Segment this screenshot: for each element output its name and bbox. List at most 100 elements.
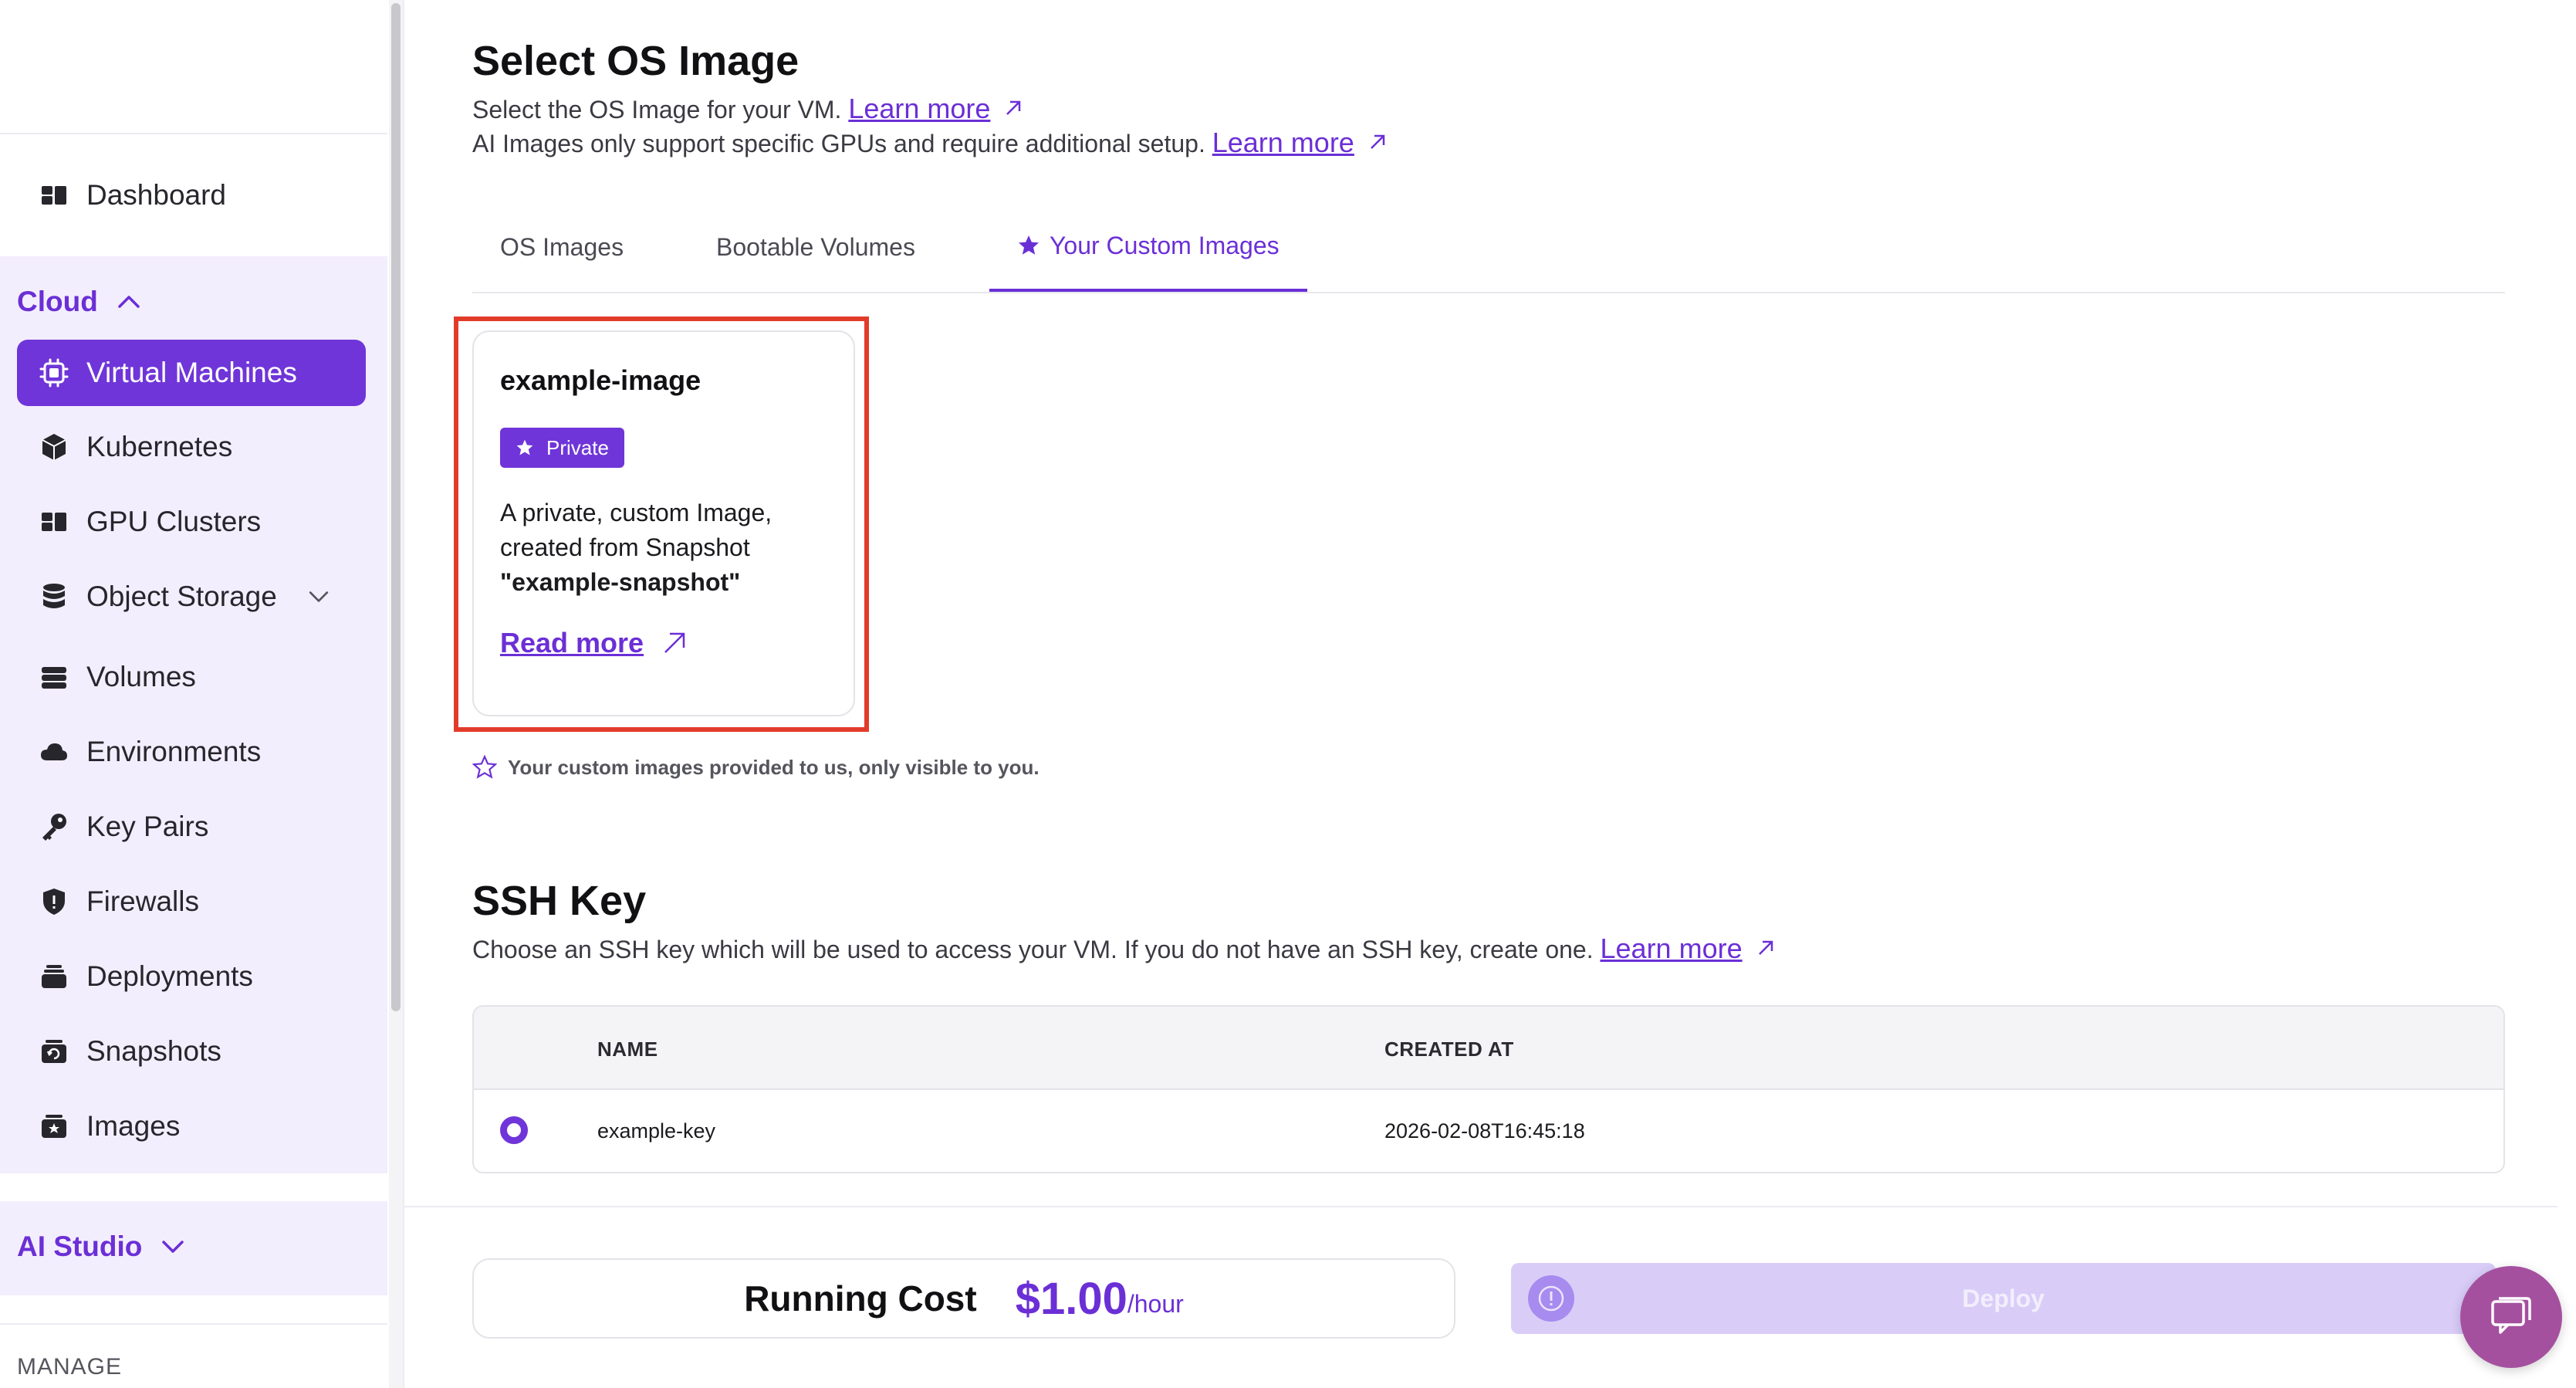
column-header-name: NAME: [597, 1038, 658, 1061]
chevron-down-icon: [309, 591, 328, 602]
sidebar-item-deployments[interactable]: Deployments: [17, 943, 366, 1010]
running-cost-box: Running Cost $1.00 /hour: [472, 1258, 1455, 1339]
ai-studio-label: AI Studio: [17, 1231, 143, 1262]
learn-more-link[interactable]: Learn more: [1601, 933, 1743, 964]
ssh-key-title: SSH Key: [472, 878, 647, 924]
sidebar-item-images[interactable]: Images: [17, 1093, 366, 1159]
private-badge: Private: [500, 428, 624, 468]
sidebar-item-label: Volumes: [86, 661, 196, 692]
ssh-key-name: example-key: [597, 1119, 716, 1143]
custom-image-card[interactable]: example-image Private A private, custom …: [472, 330, 855, 716]
cloud-group-label: Cloud: [17, 286, 98, 317]
os-image-title: Select OS Image: [472, 38, 800, 84]
custom-images-note: Your custom images provided to us, only …: [472, 755, 1040, 780]
os-image-tabs: OS Images Bootable Volumes Your Custom I…: [472, 202, 2505, 293]
ssh-key-created-at: 2026-02-08T16:45:18: [1384, 1119, 1585, 1143]
card-desc-text: A private, custom Image, created from Sn…: [500, 499, 772, 561]
sidebar-item-label: Key Pairs: [86, 811, 209, 842]
read-more-label: Read more: [500, 627, 644, 658]
learn-more-link[interactable]: Learn more: [848, 93, 990, 124]
sidebar-item-label: Firewalls: [86, 885, 199, 917]
tab-os-images[interactable]: OS Images: [500, 202, 624, 292]
info-icon: [1528, 1275, 1574, 1322]
key-icon: [39, 811, 69, 842]
sidebar-item-virtual-machines[interactable]: Virtual Machines: [17, 340, 366, 406]
table-header: NAME CREATED AT: [474, 1007, 2503, 1090]
sidebar-item-label: Object Storage: [86, 581, 277, 612]
sidebar-item-object-storage[interactable]: Object Storage: [17, 564, 366, 630]
main-divider: [403, 0, 404, 1388]
external-link-icon: [1006, 100, 1021, 115]
sidebar-item-gpu-clusters[interactable]: GPU Clusters: [17, 489, 366, 555]
os-image-description: Select the OS Image for your VM. Learn m…: [472, 93, 1025, 125]
sidebar: Dashboard Cloud Virtual Machines Kuberne…: [0, 0, 387, 1388]
chat-icon: [2491, 1297, 2531, 1334]
snapshot-icon: [39, 1036, 69, 1067]
sidebar-divider: [0, 1323, 387, 1325]
running-cost-label: Running Cost: [744, 1278, 977, 1319]
sidebar-item-dashboard[interactable]: Dashboard: [17, 162, 366, 229]
clusters-icon: [39, 506, 69, 537]
deploy-button[interactable]: Deploy: [1511, 1263, 2496, 1334]
sidebar-scrollbar-thumb[interactable]: [391, 3, 401, 1011]
external-link-icon: [1758, 940, 1773, 955]
dashboard-icon: [39, 180, 69, 211]
custom-images-note-text: Your custom images provided to us, only …: [508, 755, 1040, 779]
running-cost-unit: /hour: [1127, 1290, 1184, 1318]
tab-bootable-volumes[interactable]: Bootable Volumes: [716, 202, 915, 292]
learn-more-label: Learn more: [848, 93, 991, 124]
tab-your-custom-images[interactable]: Your Custom Images: [989, 202, 1307, 292]
chat-support-button[interactable]: [2460, 1266, 2562, 1368]
image-card-description: A private, custom Image, created from Sn…: [500, 496, 840, 600]
sidebar-item-kubernetes[interactable]: Kubernetes: [17, 414, 366, 480]
chevron-down-icon: [162, 1241, 184, 1253]
image-icon: [39, 1111, 69, 1142]
shield-icon: [39, 886, 69, 917]
tab-label: OS Images: [500, 232, 624, 261]
sidebar-item-label: Images: [86, 1110, 181, 1142]
sidebar-item-label: Deployments: [86, 960, 253, 992]
star-outline-icon: [472, 755, 497, 779]
chevron-up-icon: [118, 296, 140, 308]
ai-studio-toggle[interactable]: AI Studio: [17, 1231, 188, 1263]
ssh-key-description: Choose an SSH key which will be used to …: [472, 933, 1777, 965]
footer-divider: [404, 1206, 2557, 1207]
sidebar-item-label: Virtual Machines: [86, 357, 297, 388]
sidebar-item-label: Kubernetes: [86, 431, 233, 462]
learn-more-label: Learn more: [1212, 127, 1354, 158]
learn-more-label: Learn more: [1600, 933, 1743, 964]
read-more-link[interactable]: Read more: [500, 627, 688, 659]
sidebar-item-label: GPU Clusters: [86, 506, 262, 537]
sidebar-item-snapshots[interactable]: Snapshots: [17, 1018, 366, 1085]
ssh-desc-text: Choose an SSH key which will be used to …: [472, 936, 1594, 963]
stack-icon: [39, 961, 69, 992]
cloud-group-toggle[interactable]: Cloud: [17, 286, 144, 318]
badge-label: Private: [546, 435, 609, 459]
learn-more-link[interactable]: Learn more: [1212, 127, 1354, 158]
sidebar-item-volumes[interactable]: Volumes: [17, 644, 366, 710]
sidebar-divider: [0, 133, 387, 134]
tab-label: Bootable Volumes: [716, 232, 915, 261]
tab-label: Your Custom Images: [1050, 231, 1280, 259]
chip-icon: [39, 357, 69, 388]
ssh-key-table: NAME CREATED AT example-key 2026-02-08T1…: [472, 1005, 2505, 1173]
column-header-created-at: CREATED AT: [1384, 1038, 1514, 1061]
sidebar-item-key-pairs[interactable]: Key Pairs: [17, 794, 366, 860]
sidebar-item-label: Snapshots: [86, 1035, 221, 1067]
database-icon: [39, 581, 69, 612]
volumes-icon: [39, 662, 69, 692]
star-icon: [1019, 235, 1039, 255]
ai-images-desc-text: AI Images only support specific GPUs and…: [472, 130, 1205, 157]
cube-icon: [39, 432, 69, 462]
external-link-icon: [1370, 134, 1384, 149]
snapshot-name: "example-snapshot": [500, 568, 741, 596]
os-image-desc-text: Select the OS Image for your VM.: [472, 96, 842, 124]
sidebar-item-firewalls[interactable]: Firewalls: [17, 868, 366, 935]
sidebar-item-label: Dashboard: [86, 179, 227, 211]
manage-section-label: MANAGE: [17, 1354, 123, 1380]
ssh-key-radio[interactable]: [500, 1116, 528, 1144]
image-card-title: example-image: [500, 364, 701, 396]
sidebar-item-label: Environments: [86, 736, 262, 767]
external-link-icon: [664, 632, 685, 653]
sidebar-item-environments[interactable]: Environments: [17, 719, 366, 785]
